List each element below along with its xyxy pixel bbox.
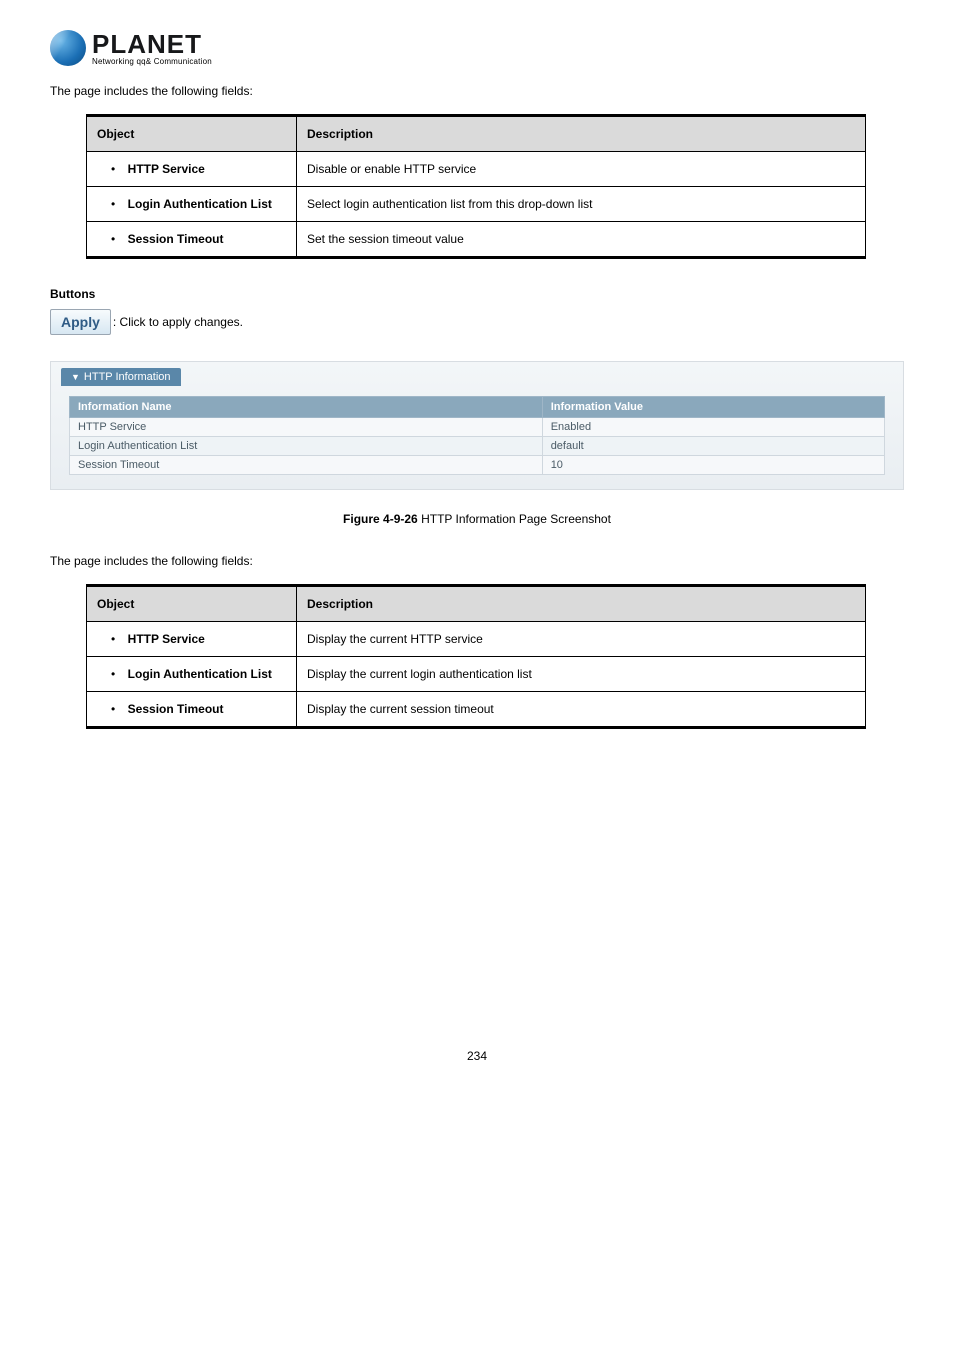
logo-word: PLANET — [92, 31, 212, 57]
info-value-cell: Enabled — [542, 418, 884, 437]
panel-title: ▼ HTTP Information — [61, 368, 181, 386]
description-cell: Display the current session timeout — [297, 692, 866, 728]
logo-subtitle: Networking qq& Communication — [92, 57, 212, 66]
http-info-table: Information Name Information Value HTTP … — [69, 396, 885, 475]
figure-caption-text: HTTP Information Page Screenshot — [418, 512, 611, 526]
header-description: Description — [297, 586, 866, 622]
logo-text: PLANET Networking qq& Communication — [92, 31, 212, 66]
table-row: Login Authentication List default — [70, 437, 885, 456]
header-info-name: Information Name — [70, 397, 543, 418]
object-cell: • HTTP Service — [87, 622, 297, 657]
info-name-cell: Login Authentication List — [70, 437, 543, 456]
fields-table-1: Object Description • HTTP Service Disabl… — [86, 114, 866, 259]
intro-text-1: The page includes the following fields: — [50, 84, 904, 98]
bullet-icon: • — [111, 197, 121, 211]
panel-title-text: HTTP Information — [84, 371, 171, 383]
object-label: Session Timeout — [128, 232, 224, 246]
table-row: • HTTP Service Disable or enable HTTP se… — [87, 152, 866, 187]
info-value-cell: default — [542, 437, 884, 456]
header-object: Object — [87, 116, 297, 152]
header-object: Object — [87, 586, 297, 622]
apply-button[interactable]: Apply — [50, 309, 111, 335]
fields-table-2: Object Description • HTTP Service Displa… — [86, 584, 866, 729]
table-row: • Login Authentication List Display the … — [87, 657, 866, 692]
object-label: HTTP Service — [128, 632, 205, 646]
bullet-icon: • — [111, 232, 121, 246]
description-cell: Display the current HTTP service — [297, 622, 866, 657]
bullet-icon: • — [111, 162, 121, 176]
description-cell: Set the session timeout value — [297, 222, 866, 258]
object-cell: • Session Timeout — [87, 222, 297, 258]
description-cell: Disable or enable HTTP service — [297, 152, 866, 187]
table-header-row: Object Description — [87, 586, 866, 622]
info-name-cell: HTTP Service — [70, 418, 543, 437]
object-cell: • Login Authentication List — [87, 657, 297, 692]
description-cell: Select login authentication list from th… — [297, 187, 866, 222]
globe-icon — [50, 30, 86, 66]
intro-text-2: The page includes the following fields: — [50, 554, 904, 568]
bullet-icon: • — [111, 632, 121, 646]
table-row: HTTP Service Enabled — [70, 418, 885, 437]
table-header-row: Information Name Information Value — [70, 397, 885, 418]
logo: PLANET Networking qq& Communication — [50, 30, 904, 66]
info-name-cell: Session Timeout — [70, 456, 543, 475]
chevron-down-icon: ▼ — [71, 372, 80, 382]
object-cell: • Session Timeout — [87, 692, 297, 728]
header-description: Description — [297, 116, 866, 152]
object-cell: • HTTP Service — [87, 152, 297, 187]
table-row: • Login Authentication List Select login… — [87, 187, 866, 222]
figure-label: Figure 4-9-26 — [343, 512, 418, 526]
object-label: Login Authentication List — [128, 667, 272, 681]
http-information-panel: ▼ HTTP Information Information Name Infor… — [50, 361, 904, 490]
object-label: Session Timeout — [128, 702, 224, 716]
description-cell: Display the current login authentication… — [297, 657, 866, 692]
table-row: Session Timeout 10 — [70, 456, 885, 475]
object-label: Login Authentication List — [128, 197, 272, 211]
bullet-icon: • — [111, 702, 121, 716]
info-value-cell: 10 — [542, 456, 884, 475]
table-row: • HTTP Service Display the current HTTP … — [87, 622, 866, 657]
object-cell: • Login Authentication List — [87, 187, 297, 222]
apply-row: Apply : Click to apply changes. — [50, 309, 904, 335]
bullet-icon: • — [111, 667, 121, 681]
figure-caption: Figure 4-9-26 HTTP Information Page Scre… — [50, 512, 904, 526]
apply-description: : Click to apply changes. — [113, 315, 243, 329]
buttons-heading: Buttons — [50, 287, 904, 301]
table-header-row: Object Description — [87, 116, 866, 152]
header-info-value: Information Value — [542, 397, 884, 418]
table-row: • Session Timeout Set the session timeou… — [87, 222, 866, 258]
object-label: HTTP Service — [128, 162, 205, 176]
page-number: 234 — [50, 1049, 904, 1063]
table-row: • Session Timeout Display the current se… — [87, 692, 866, 728]
